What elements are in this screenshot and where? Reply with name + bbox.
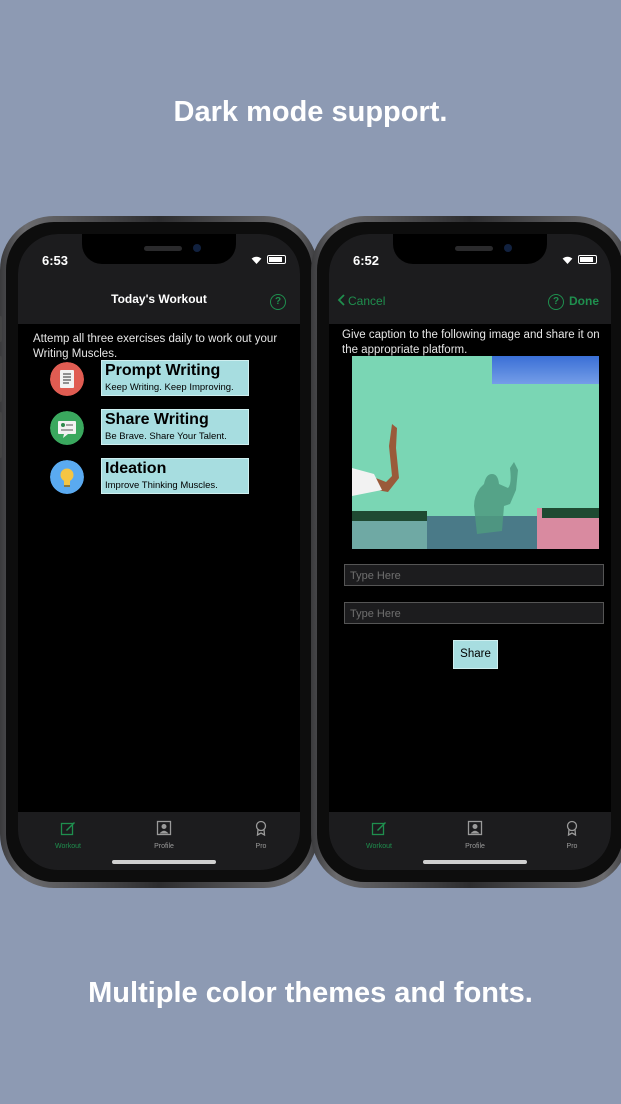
tab-workout[interactable]: Workout xyxy=(38,820,98,850)
tab-bar: Workout Profile Pro xyxy=(18,812,300,870)
tab-label: Pro xyxy=(566,843,578,850)
nav-bar: Today's Workout ? xyxy=(18,278,300,324)
help-icon[interactable]: ? xyxy=(548,294,564,310)
chevron-left-icon xyxy=(337,294,345,306)
exercise-card[interactable]: Prompt Writing Keep Writing. Keep Improv… xyxy=(101,360,249,396)
exercise-subtitle: Improve Thinking Muscles. xyxy=(105,480,218,491)
caption-photo xyxy=(352,356,599,549)
status-time: 6:53 xyxy=(42,253,69,268)
headline-top: Dark mode support. xyxy=(173,96,448,128)
document-icon xyxy=(50,362,84,396)
tab-workout[interactable]: Workout xyxy=(349,820,409,850)
tab-label: Profile xyxy=(154,843,174,850)
exercise-title: Share Writing xyxy=(105,411,209,428)
wifi-icon xyxy=(251,256,262,264)
share-button[interactable]: Share xyxy=(453,640,498,669)
status-bar: 6:53 xyxy=(18,234,300,278)
caption-input-1[interactable]: Type Here xyxy=(344,564,604,586)
tab-profile[interactable]: Profile xyxy=(445,820,505,850)
tab-bar: Workout Profile Pro xyxy=(329,812,611,870)
battery-icon xyxy=(578,255,597,264)
exercise-subtitle: Be Brave. Share Your Talent. xyxy=(105,431,227,442)
exercise-card[interactable]: Ideation Improve Thinking Muscles. xyxy=(101,458,249,494)
profile-icon xyxy=(156,820,172,836)
help-icon[interactable]: ? xyxy=(270,294,286,310)
pencil-square-icon xyxy=(371,822,386,836)
exercise-card[interactable]: Share Writing Be Brave. Share Your Talen… xyxy=(101,409,249,445)
tab-pro[interactable]: Pro xyxy=(231,820,291,850)
pencil-square-icon xyxy=(60,822,75,836)
tab-label: Workout xyxy=(55,843,81,850)
exercise-ideation[interactable]: Ideation Improve Thinking Muscles. xyxy=(50,458,260,494)
battery-icon xyxy=(267,255,286,264)
exercise-share-writing[interactable]: Share Writing Be Brave. Share Your Talen… xyxy=(50,409,260,445)
volume-down-button xyxy=(0,412,2,458)
caption-prompt: Give caption to the following image and … xyxy=(342,329,600,356)
tab-pro[interactable]: Pro xyxy=(542,820,602,850)
phone-frame-right: 6:52 Cancel ? Done Give caption to the f… xyxy=(311,216,621,888)
profile-icon xyxy=(467,820,483,836)
exercise-prompt-writing[interactable]: Prompt Writing Keep Writing. Keep Improv… xyxy=(50,360,260,396)
volume-up-button xyxy=(0,356,2,402)
notch xyxy=(82,234,236,264)
screen-share-writing: 6:52 Cancel ? Done Give caption to the f… xyxy=(329,234,611,870)
cancel-button[interactable]: Cancel xyxy=(337,294,385,308)
tab-label: Workout xyxy=(366,843,392,850)
cancel-label: Cancel xyxy=(348,294,386,308)
award-icon xyxy=(255,820,267,837)
intro-text: Attemp all three exercises daily to work… xyxy=(33,333,278,360)
page-title: Today's Workout xyxy=(111,292,207,306)
exercise-title: Ideation xyxy=(105,460,167,477)
home-indicator[interactable] xyxy=(423,860,527,864)
lightbulb-icon xyxy=(50,460,84,494)
tab-label: Pro xyxy=(255,843,267,850)
exercise-subtitle: Keep Writing. Keep Improving. xyxy=(105,382,234,393)
front-camera xyxy=(193,244,201,252)
phone-frame-left: 6:53 Today's Workout ? Attemp all three … xyxy=(0,216,318,888)
front-camera xyxy=(504,244,512,252)
headline-bottom: Multiple color themes and fonts. xyxy=(88,977,533,1009)
done-button[interactable]: Done xyxy=(569,294,599,308)
notch xyxy=(393,234,547,264)
speaker xyxy=(455,246,493,251)
tab-profile[interactable]: Profile xyxy=(134,820,194,850)
nav-bar: Cancel ? Done xyxy=(329,278,611,324)
mute-switch xyxy=(0,316,2,342)
status-time: 6:52 xyxy=(353,253,380,268)
speaker xyxy=(144,246,182,251)
share-writing-icon xyxy=(50,411,84,445)
exercise-title: Prompt Writing xyxy=(105,362,221,379)
home-indicator[interactable] xyxy=(112,860,216,864)
screen-workout: 6:53 Today's Workout ? Attemp all three … xyxy=(18,234,300,870)
award-icon xyxy=(566,820,578,837)
status-bar: 6:52 xyxy=(329,234,611,278)
caption-input-2[interactable]: Type Here xyxy=(344,602,604,624)
tab-label: Profile xyxy=(465,843,485,850)
wifi-icon xyxy=(562,256,573,264)
